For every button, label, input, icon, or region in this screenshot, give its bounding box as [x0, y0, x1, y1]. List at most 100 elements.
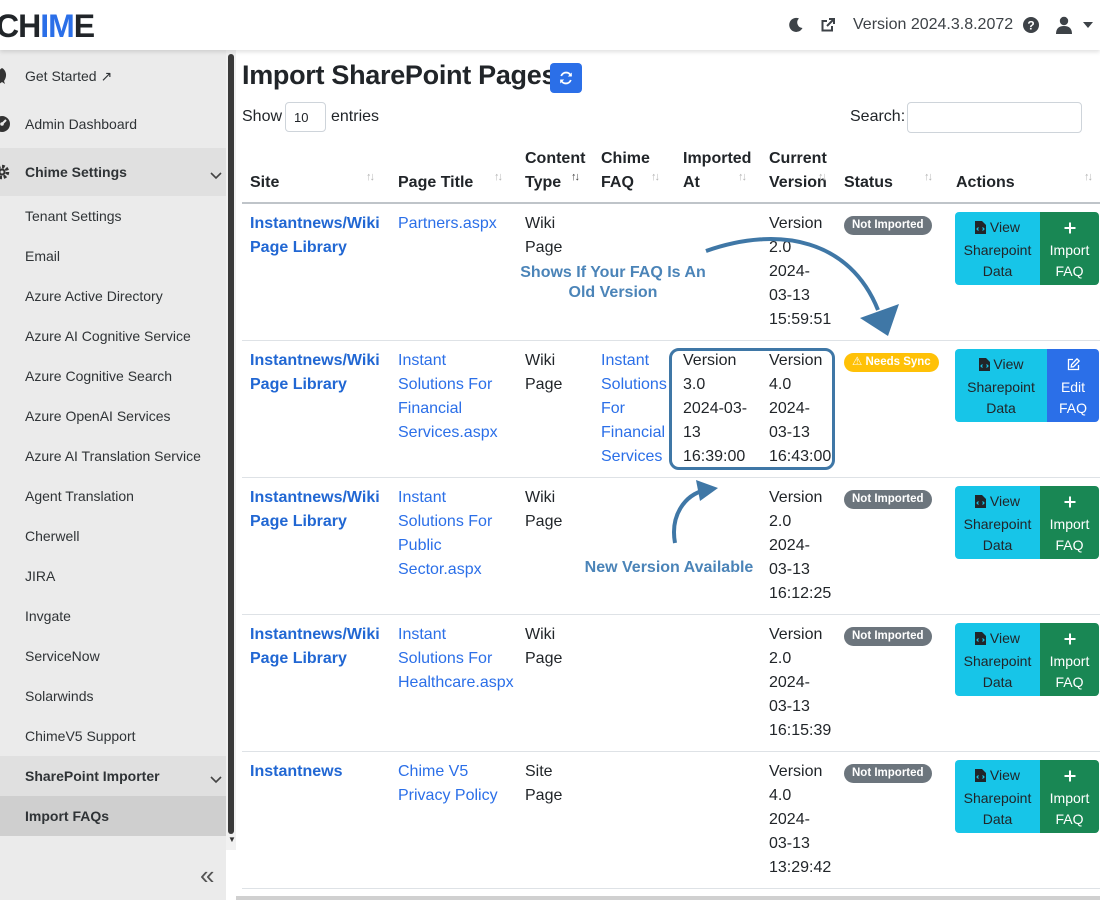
sort-icon[interactable]: ↑↓ [1084, 171, 1093, 183]
arrowhead [860, 304, 899, 336]
refresh-icon [560, 71, 572, 85]
content-type-cell-line: Page [525, 513, 563, 530]
external-link-icon[interactable] [818, 15, 838, 35]
sort-icon[interactable]: ↑↓ [366, 171, 375, 183]
sidebar-item-azure-openai-services[interactable]: Azure OpenAI Services [0, 396, 226, 436]
button-label: Sharepoint [963, 790, 1032, 806]
site-link[interactable]: Instantnews/Wiki Page Library [250, 212, 380, 260]
status-badge: Not Imported [844, 216, 932, 235]
plus-icon [1064, 219, 1076, 240]
site-link[interactable]: Instantnews/Wiki Page Library [250, 486, 380, 534]
column-header-actions[interactable]: Actions [956, 171, 1015, 195]
current-version-cell-line: 2.0 [769, 239, 792, 256]
column-header-status[interactable]: Status [844, 171, 893, 195]
site-link-line: Instantnews/Wiki [250, 489, 380, 506]
button-label: Sharepoint [963, 516, 1032, 532]
import-faq-button[interactable]: Import FAQ [1040, 212, 1099, 285]
user-icon[interactable] [1054, 15, 1074, 35]
file-code-icon [975, 767, 986, 788]
column-header-site[interactable]: Site [250, 171, 279, 195]
content-type-cell-line: Site [525, 763, 553, 780]
site-link[interactable]: Instantnews/Wiki Page Library [250, 623, 380, 671]
current-version-cell-line: 03-13 [769, 835, 810, 852]
content-type-cell-line: Page [525, 239, 563, 256]
button-label: Data [982, 537, 1013, 553]
search-input[interactable] [907, 102, 1082, 133]
sidebar-item-chime-settings[interactable]: Chime Settings [0, 148, 226, 196]
sidebar-item-azure-ai-cognitive-service[interactable]: Azure AI Cognitive Service [0, 316, 226, 356]
button-label: FAQ [1055, 537, 1084, 553]
sidebar-item-solarwinds[interactable]: Solarwinds [0, 676, 226, 716]
page-title-link[interactable]: Instant Solutions For Financial Services.as… [398, 349, 498, 445]
column-header-chime-faq[interactable]: Chime FAQ [601, 147, 650, 195]
sort-active-icon[interactable]: ↑↓ [571, 171, 580, 183]
page-title-link[interactable]: Partners.aspx [398, 212, 497, 236]
sidebar-item-agent-translation[interactable]: Agent Translation [0, 476, 226, 516]
site-link-line: Instantnews/Wiki [250, 215, 380, 232]
chime-logo[interactable]: CHIME [0, 10, 95, 42]
page-title-link-line: Financial [398, 400, 463, 417]
current-version-cell-line: Version [769, 763, 823, 780]
chime-faq-link[interactable]: Instant Solutions For Financial Services [601, 349, 667, 469]
import-faq-button[interactable]: Import FAQ [1040, 623, 1099, 696]
view-sharepoint-data-button[interactable]: View Sharepoint Data [955, 486, 1040, 559]
sidebar-item-get-started[interactable]: Get Started ↗ [0, 56, 226, 96]
row-divider [242, 751, 1100, 752]
view-sharepoint-data-button[interactable]: View Sharepoint Data [955, 349, 1047, 422]
moon-icon[interactable] [786, 15, 806, 35]
page-title-link[interactable]: Instant Solutions For Public Sector.aspx [398, 486, 492, 582]
current-version-cell-line: 03-13 [769, 287, 810, 304]
button-label: FAQ [1055, 811, 1084, 827]
import-faq-button[interactable]: Import FAQ [1040, 486, 1099, 559]
sort-icon[interactable]: ↑↓ [818, 171, 827, 183]
refresh-button[interactable] [550, 63, 582, 93]
site-link-line: Page Library [250, 239, 347, 256]
sidebar-item-invgate[interactable]: Invgate [0, 596, 226, 636]
sidebar-item-import-faqs[interactable]: Import FAQs [0, 796, 226, 836]
sort-icon[interactable]: ↑↓ [651, 171, 660, 183]
edit-faq-button[interactable]: Edit FAQ [1047, 349, 1099, 422]
site-link[interactable]: Instantnews [250, 760, 342, 784]
button-label: FAQ [1055, 263, 1084, 279]
new-version-annotation: New Version Available [584, 559, 754, 576]
button-label: Import [1049, 242, 1090, 258]
sidebar-item-chimev5-support[interactable]: ChimeV5 Support [0, 716, 226, 756]
column-header-page-title[interactable]: Page Title [398, 171, 473, 195]
caret-down-icon[interactable] [1078, 15, 1098, 35]
current-version-cell: Version 2.0 2024- 03-13 15:59:51 [769, 212, 831, 332]
site-link[interactable]: Instantnews/Wiki Page Library [250, 349, 380, 397]
view-sharepoint-data-button[interactable]: View Sharepoint Data [955, 212, 1040, 285]
current-version-cell-line: 15:59:51 [769, 311, 832, 328]
old-version-annotation: Shows If Your FAQ Is An Old Version [520, 264, 706, 301]
horizontal-scrollbar[interactable] [236, 896, 1100, 900]
sidebar-item-tenant-settings[interactable]: Tenant Settings [0, 196, 226, 236]
collapse-sidebar-button[interactable]: « [200, 860, 214, 891]
current-version-cell: Version 2.0 2024- 03-13 16:15:39 [769, 623, 831, 743]
sidebar-item-azure-active-directory[interactable]: Azure Active Directory [0, 276, 226, 316]
sidebar-item-cherwell[interactable]: Cherwell [0, 516, 226, 556]
sidebar-item-azure-cognitive-search[interactable]: Azure Cognitive Search [0, 356, 226, 396]
entries-per-page-select[interactable]: 10 [285, 102, 326, 132]
help-icon[interactable]: ? [1021, 15, 1041, 35]
sidebar-item-admin-dashboard[interactable]: Admin Dashboard [0, 104, 226, 144]
view-sharepoint-data-button[interactable]: View Sharepoint Data [955, 623, 1040, 696]
status-badge: Not Imported [844, 490, 932, 509]
sidebar-scrollbar-thumb[interactable] [228, 54, 234, 834]
page-title-link[interactable]: Instant Solutions For Healthcare.aspx [398, 623, 514, 695]
sidebar-item-servicenow[interactable]: ServiceNow [0, 636, 226, 676]
page-title-link[interactable]: Chime V5 Privacy Policy [398, 760, 498, 808]
view-sharepoint-data-button[interactable]: View Sharepoint Data [955, 760, 1040, 833]
sort-icon[interactable]: ↑↓ [924, 171, 933, 183]
sidebar-item-jira[interactable]: JIRA [0, 556, 226, 596]
scroll-down-arrow-icon[interactable]: ▼ [228, 835, 236, 844]
sort-icon[interactable]: ↑↓ [494, 171, 503, 183]
current-version-cell: Version 2.0 2024- 03-13 16:12:25 [769, 486, 831, 606]
page-title-link-line: Sector.aspx [398, 561, 482, 578]
sidebar-item-azure-ai-translation-service[interactable]: Azure AI Translation Service [0, 436, 226, 476]
sidebar-item-email[interactable]: Email [0, 236, 226, 276]
sidebar-item-sharepoint-importer[interactable]: SharePoint Importer [0, 756, 226, 796]
chime-faq-link-line: Instant [601, 352, 650, 369]
sort-icon[interactable]: ↑↓ [738, 171, 747, 183]
import-faq-button[interactable]: Import FAQ [1040, 760, 1099, 833]
current-version-cell: Version 4.0 2024- 03-13 13:29:42 [769, 760, 831, 880]
